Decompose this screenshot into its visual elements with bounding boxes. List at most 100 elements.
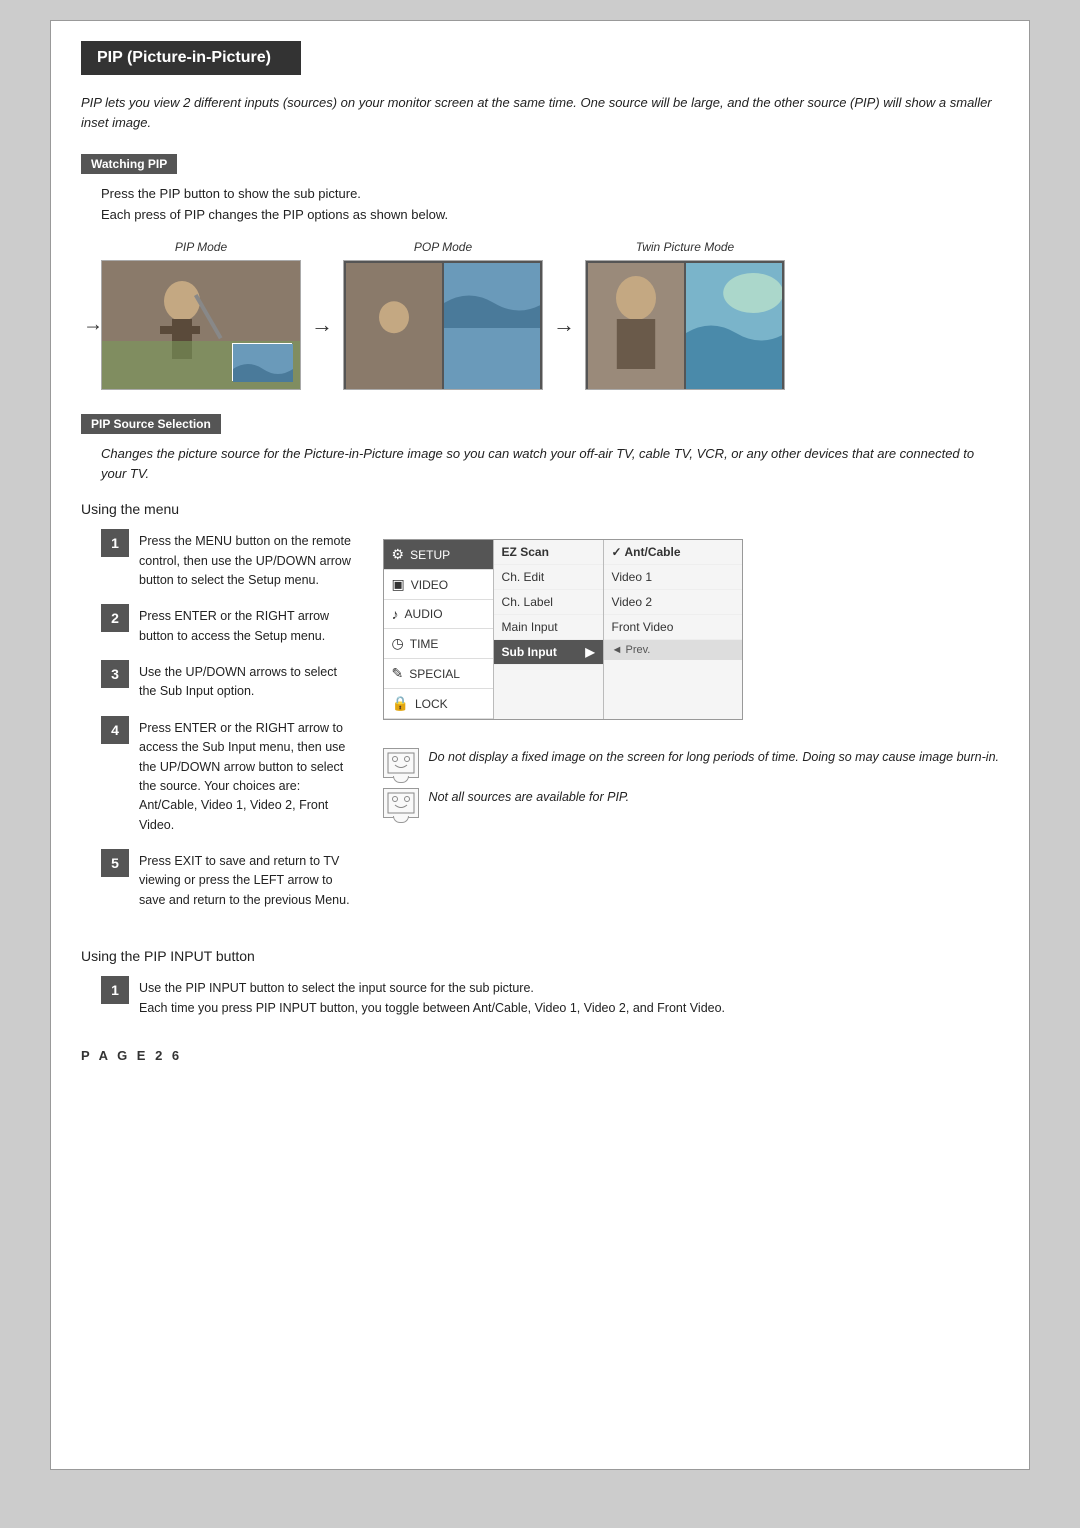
setup-label: SETUP [410, 548, 450, 562]
step-3-text: Use the UP/DOWN arrows to select the Sub… [139, 660, 353, 702]
time-label: TIME [410, 637, 439, 651]
pop-mode-block: POP Mode [343, 240, 543, 390]
center-item-ezscan: EZ Scan [494, 540, 603, 565]
watching-pip-text: Press the PIP button to show the sub pic… [101, 184, 999, 226]
step-1-row: 1 Press the MENU button on the remote co… [101, 529, 353, 590]
right-item-frontvideo: Front Video [604, 615, 742, 640]
step-2-num: 2 [101, 604, 129, 632]
time-icon: ◷ [392, 635, 404, 652]
setup-icon: ⚙ [392, 546, 405, 563]
note-2-icon [383, 788, 419, 818]
right-item-antcable: Ant/Cable [604, 540, 742, 565]
pip-input-label: Using the PIP INPUT button [81, 948, 999, 964]
pip-input-section: Using the PIP INPUT button 1 Use the PIP… [81, 948, 999, 1018]
twin-cell-2-svg [686, 263, 782, 390]
page-footer: P A G E 2 6 [81, 1048, 999, 1063]
using-menu-label: Using the menu [81, 501, 999, 517]
pip-inset-image [232, 343, 292, 381]
pip-input-step-1-num: 1 [101, 976, 129, 1004]
steps-container: 1 Press the MENU button on the remote co… [101, 529, 999, 924]
step-4-text: Press ENTER or the RIGHT arrow to access… [139, 716, 353, 835]
step-5-row: 5 Press EXIT to save and return to TV vi… [101, 849, 353, 910]
pop-cell-1-svg [346, 263, 442, 390]
subinput-arrow: ▶ [585, 645, 594, 659]
pip-source-label: PIP Source Selection [81, 414, 221, 434]
step-2-text: Press ENTER or the RIGHT arrow button to… [139, 604, 353, 646]
pip-mode-wrapper: → [101, 260, 301, 390]
watching-pip-block: Press the PIP button to show the sub pic… [81, 184, 999, 390]
note-1-text: Do not display a fixed image on the scre… [429, 748, 999, 767]
audio-icon: ♪ [392, 606, 399, 622]
menu-center-col: EZ Scan Ch. Edit Ch. Label Main Input Su… [494, 540, 604, 719]
menu-item-video: ▣ VIDEO [384, 570, 493, 600]
menu-right-col: Ant/Cable Video 1 Video 2 Front Video ◄ … [604, 540, 742, 719]
pop-cell-1 [346, 263, 442, 390]
video-icon: ▣ [392, 576, 405, 593]
page-container: PIP (Picture-in-Picture) PIP lets you vi… [50, 20, 1030, 1470]
step-4-row: 4 Press ENTER or the RIGHT arrow to acce… [101, 716, 353, 835]
arrow-2: → [553, 312, 575, 338]
menu-mockup: ⚙ SETUP ▣ VIDEO ♪ AUDIO [383, 539, 743, 720]
note-burn-icon [387, 752, 415, 774]
page-title: PIP (Picture-in-Picture) [81, 41, 301, 75]
watching-pip-section: Watching PIP Press the PIP button to sho… [81, 154, 999, 390]
pip-input-block: Using the PIP INPUT button 1 Use the PIP… [81, 948, 999, 1018]
pip-mode-block: PIP Mode → [101, 240, 301, 390]
pip-left-arrow: → [83, 313, 103, 336]
pip-mode-image [101, 260, 301, 390]
steps-left: 1 Press the MENU button on the remote co… [101, 529, 353, 924]
step-5-text: Press EXIT to save and return to TV view… [139, 849, 353, 910]
pip-source-section: PIP Source Selection Changes the picture… [81, 414, 999, 925]
menu-left-col: ⚙ SETUP ▣ VIDEO ♪ AUDIO [384, 540, 494, 719]
menu-item-lock: 🔒 LOCK [384, 689, 493, 719]
center-item-maininput: Main Input [494, 615, 603, 640]
pop-cell-2-svg [444, 263, 540, 390]
menu-item-setup: ⚙ SETUP [384, 540, 493, 570]
twin-cell-2 [686, 263, 782, 387]
intro-text: PIP lets you view 2 different inputs (so… [81, 93, 999, 132]
pop-mode-image [343, 260, 543, 390]
twin-mode-image [585, 260, 785, 390]
center-item-chlabel: Ch. Label [494, 590, 603, 615]
lock-label: LOCK [415, 697, 448, 711]
menu-and-notes: ⚙ SETUP ▣ VIDEO ♪ AUDIO [383, 529, 999, 924]
center-item-chedit: Ch. Edit [494, 565, 603, 590]
pip-source-block: Changes the picture source for the Pictu… [81, 444, 999, 925]
twin-mode-label: Twin Picture Mode [636, 240, 734, 254]
note-pip-icon [387, 792, 415, 814]
audio-label: AUDIO [405, 607, 443, 621]
step-5-num: 5 [101, 849, 129, 877]
menu-item-time: ◷ TIME [384, 629, 493, 659]
lock-icon: 🔒 [392, 695, 409, 712]
notes-area: Do not display a fixed image on the scre… [383, 748, 999, 828]
step-1-num: 1 [101, 529, 129, 557]
menu-item-audio: ♪ AUDIO [384, 600, 493, 629]
right-item-video2: Video 2 [604, 590, 742, 615]
pop-mode-label: POP Mode [414, 240, 472, 254]
note-1-icon [383, 748, 419, 778]
pip-modes-row: PIP Mode → [101, 240, 999, 390]
special-icon: ✎ [392, 665, 404, 682]
special-label: SPECIAL [409, 667, 460, 681]
video-label: VIDEO [411, 578, 448, 592]
step-1-text: Press the MENU button on the remote cont… [139, 529, 353, 590]
note-2-text: Not all sources are available for PIP. [429, 788, 630, 807]
step-3-num: 3 [101, 660, 129, 688]
pip-source-description: Changes the picture source for the Pictu… [101, 444, 999, 486]
pip-mode-label: PIP Mode [175, 240, 227, 254]
twin-cell-1 [588, 263, 684, 387]
menu-main-row: ⚙ SETUP ▣ VIDEO ♪ AUDIO [384, 540, 742, 719]
menu-item-special: ✎ SPECIAL [384, 659, 493, 689]
step-4-num: 4 [101, 716, 129, 744]
twin-mode-block: Twin Picture Mode [585, 240, 785, 390]
note-2-row: Not all sources are available for PIP. [383, 788, 999, 818]
note-1-row: Do not display a fixed image on the scre… [383, 748, 999, 778]
pip-inset-svg [233, 344, 293, 382]
pop-cell-2 [444, 263, 540, 390]
right-item-video1: Video 1 [604, 565, 742, 590]
step-3-row: 3 Use the UP/DOWN arrows to select the S… [101, 660, 353, 702]
watching-pip-label: Watching PIP [81, 154, 177, 174]
arrow-1: → [311, 312, 333, 338]
center-item-subinput: Sub Input ▶ [494, 640, 603, 665]
menu-prev-bar: ◄ Prev. [604, 640, 742, 660]
